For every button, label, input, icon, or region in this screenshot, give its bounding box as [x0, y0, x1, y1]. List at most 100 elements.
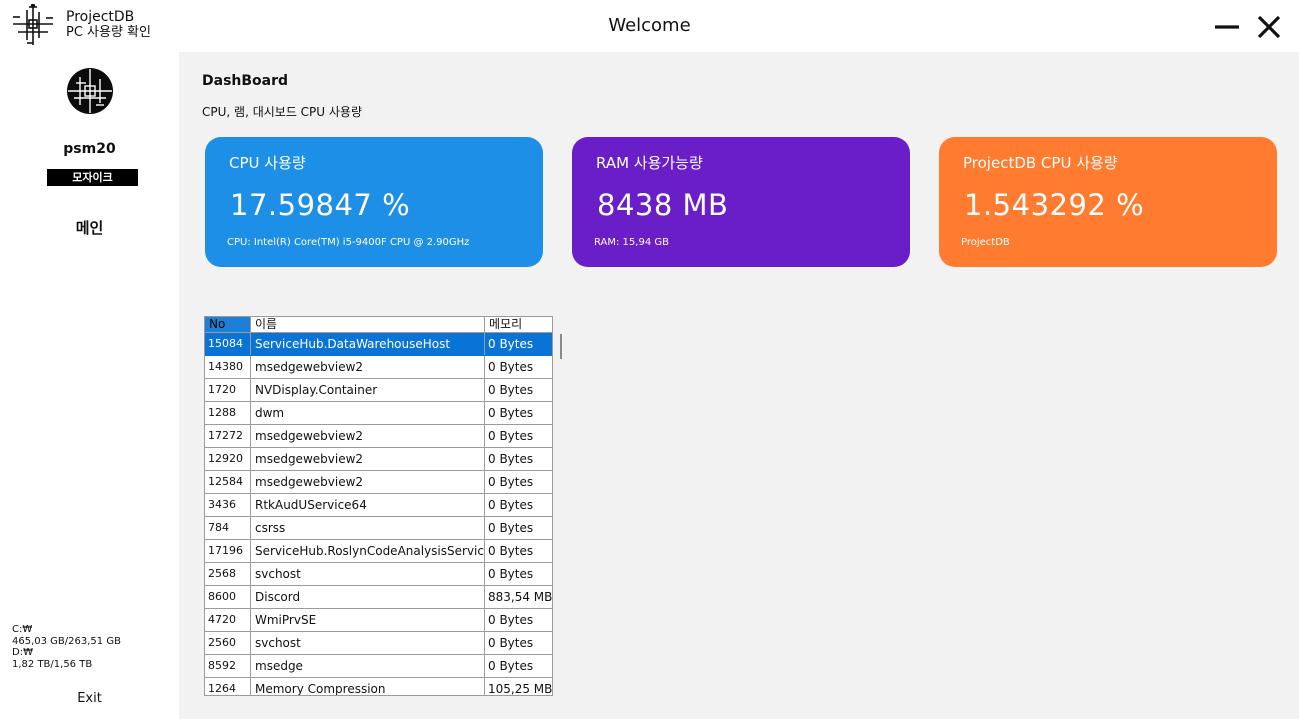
- disk-c-usage: 465,03 GB/263,51 GB: [12, 635, 121, 647]
- cell-mem: 0 Bytes: [488, 659, 534, 673]
- cell-name: WmiPrvSE: [251, 609, 485, 631]
- table-row[interactable]: 1720 NVDisplay.Container 0 Bytes: [205, 379, 552, 402]
- cell-no: 17272: [205, 425, 251, 447]
- cell-mem: 0 Bytes: [488, 636, 534, 650]
- table-row[interactable]: 12584 msedgewebview2 0 Bytes: [205, 471, 552, 494]
- process-table[interactable]: No 이름 메모리 15084 ServiceHub.DataWarehouseH…: [204, 316, 553, 696]
- cell-name: msedgewebview2: [251, 471, 485, 493]
- sidebar: psm20 모자이크 메인 C:₩ 465,03 GB/263,51 GB D:…: [0, 52, 179, 719]
- cell-mem: 0 Bytes: [488, 567, 534, 581]
- cell-mem: 0 Bytes: [488, 429, 534, 443]
- cell-mem: 0 Bytes: [488, 406, 534, 420]
- table-row[interactable]: 784 csrss 0 Bytes: [205, 517, 552, 540]
- card-title: CPU 사용량: [229, 154, 306, 172]
- cell-name: msedgewebview2: [251, 425, 485, 447]
- avatar: [67, 68, 113, 114]
- cell-no: 2560: [205, 632, 251, 654]
- cell-mem: 0 Bytes: [488, 521, 534, 535]
- table-row[interactable]: 8592 msedge 0 Bytes: [205, 655, 552, 678]
- cell-name: NVDisplay.Container: [251, 379, 485, 401]
- cell-mem: 0 Bytes: [488, 383, 534, 397]
- cell-name: csrss: [251, 517, 485, 539]
- cell-no: 1288: [205, 402, 251, 424]
- cell-mem: 0 Bytes: [485, 333, 552, 355]
- table-row[interactable]: 12920 msedgewebview2 0 Bytes: [205, 448, 552, 471]
- cell-name: msedge: [251, 655, 485, 677]
- table-row[interactable]: 17272 msedgewebview2 0 Bytes: [205, 425, 552, 448]
- minimize-icon[interactable]: [1212, 12, 1242, 42]
- table-header: No 이름 메모리: [205, 317, 552, 333]
- dashboard-content: DashBoard CPU, 램, 대시보드 CPU 사용량 CPU 사용량 1…: [179, 52, 1299, 719]
- page-subtitle: CPU, 램, 대시보드 CPU 사용량: [202, 105, 363, 119]
- cell-no: 1720: [205, 379, 251, 401]
- cell-no: 12584: [205, 471, 251, 493]
- cell-name: Discord: [251, 586, 485, 608]
- table-row[interactable]: 2568 svchost 0 Bytes: [205, 563, 552, 586]
- cell-no: 4720: [205, 609, 251, 631]
- cell-name: msedgewebview2: [251, 448, 485, 470]
- title-bar: ProjectDB PC 사용량 확인 Welcome: [0, 0, 1299, 52]
- table-row[interactable]: 15084 ServiceHub.DataWarehouseHost 0 Bytes: [205, 333, 552, 356]
- cell-mem: 0 Bytes: [488, 544, 534, 558]
- cell-name: svchost: [251, 632, 485, 654]
- table-row[interactable]: 2560 svchost 0 Bytes: [205, 632, 552, 655]
- cell-mem: 883,54 MB: [488, 590, 552, 604]
- username: psm20: [63, 141, 116, 157]
- cell-mem: 0 Bytes: [488, 475, 534, 489]
- table-body: 15084 ServiceHub.DataWarehouseHost 0 Bytes…: [205, 333, 552, 696]
- card-value: 17.59847 %: [230, 188, 411, 222]
- card-value: 1.543292 %: [964, 188, 1145, 222]
- cell-mem: 0 Bytes: [488, 452, 534, 466]
- role-badge: 모자이크: [47, 169, 138, 186]
- card-title: ProjectDB CPU 사용량: [963, 154, 1118, 172]
- nav-main[interactable]: 메인: [0, 217, 179, 238]
- cell-name: dwm: [251, 402, 485, 424]
- card-footer: CPU: Intel(R) Core(TM) i5-9400F CPU @ 2.…: [227, 237, 470, 248]
- app-window: ProjectDB PC 사용량 확인 Welcome psm20 모자이크 메…: [0, 0, 1299, 719]
- cell-name: ServiceHub.DataWarehouseHost: [251, 333, 485, 355]
- table-scrollbar[interactable]: [560, 334, 562, 359]
- cell-mem: 105,25 MB: [488, 682, 552, 696]
- cell-no: 14380: [205, 356, 251, 378]
- disk-d-label: D:₩: [12, 647, 33, 658]
- cell-no: 3436: [205, 494, 251, 516]
- table-row[interactable]: 1264 Memory Compression 105,25 MB: [205, 678, 552, 696]
- cell-mem: 0 Bytes: [488, 498, 534, 512]
- cell-name: Memory Compression: [251, 678, 485, 695]
- window-title: Welcome: [608, 15, 691, 36]
- table-row[interactable]: 14380 msedgewebview2 0 Bytes: [205, 356, 552, 379]
- card-title: RAM 사용가능량: [596, 154, 703, 172]
- cell-mem: 0 Bytes: [488, 613, 534, 627]
- table-row[interactable]: 8600 Discord 883,54 MB: [205, 586, 552, 609]
- disk-info: C:₩ 465,03 GB/263,51 GB D:₩ 1,82 TB/1,56…: [12, 624, 121, 670]
- table-row[interactable]: 17196 ServiceHub.RoslynCodeAnalysisServic…: [205, 540, 552, 563]
- cell-name: svchost: [251, 563, 485, 585]
- table-row[interactable]: 4720 WmiPrvSE 0 Bytes: [205, 609, 552, 632]
- table-row[interactable]: 1288 dwm 0 Bytes: [205, 402, 552, 425]
- cell-name: RtkAudUService64: [251, 494, 485, 516]
- cell-mem: 0 Bytes: [488, 360, 534, 374]
- card-footer: RAM: 15,94 GB: [594, 237, 669, 248]
- cell-no: 8592: [205, 655, 251, 677]
- disk-d-usage: 1,82 TB/1,56 TB: [12, 658, 93, 670]
- card-value: 8438 MB: [597, 188, 729, 222]
- cell-no: 8600: [205, 586, 251, 608]
- table-row[interactable]: 3436 RtkAudUService64 0 Bytes: [205, 494, 552, 517]
- cell-no: 2568: [205, 563, 251, 585]
- card-footer: ProjectDB: [961, 237, 1010, 248]
- column-header-no[interactable]: No: [205, 317, 251, 332]
- exit-button[interactable]: Exit: [0, 691, 179, 706]
- column-header-name[interactable]: 이름: [251, 317, 485, 332]
- cell-name: msedgewebview2: [251, 356, 485, 378]
- cell-no: 17196: [205, 540, 251, 562]
- column-header-memory[interactable]: 메모리: [485, 317, 552, 332]
- ram-available-card: RAM 사용가능량 8438 MB RAM: 15,94 GB: [572, 137, 910, 267]
- page-title: DashBoard: [202, 73, 289, 89]
- cell-no: 15084: [205, 333, 251, 355]
- disk-c-label: C:₩: [12, 624, 33, 635]
- cell-no: 784: [205, 517, 251, 539]
- cell-no: 1264: [205, 678, 251, 695]
- cell-name: ServiceHub.RoslynCodeAnalysisService: [251, 540, 485, 562]
- close-icon[interactable]: [1254, 12, 1284, 42]
- cell-no: 12920: [205, 448, 251, 470]
